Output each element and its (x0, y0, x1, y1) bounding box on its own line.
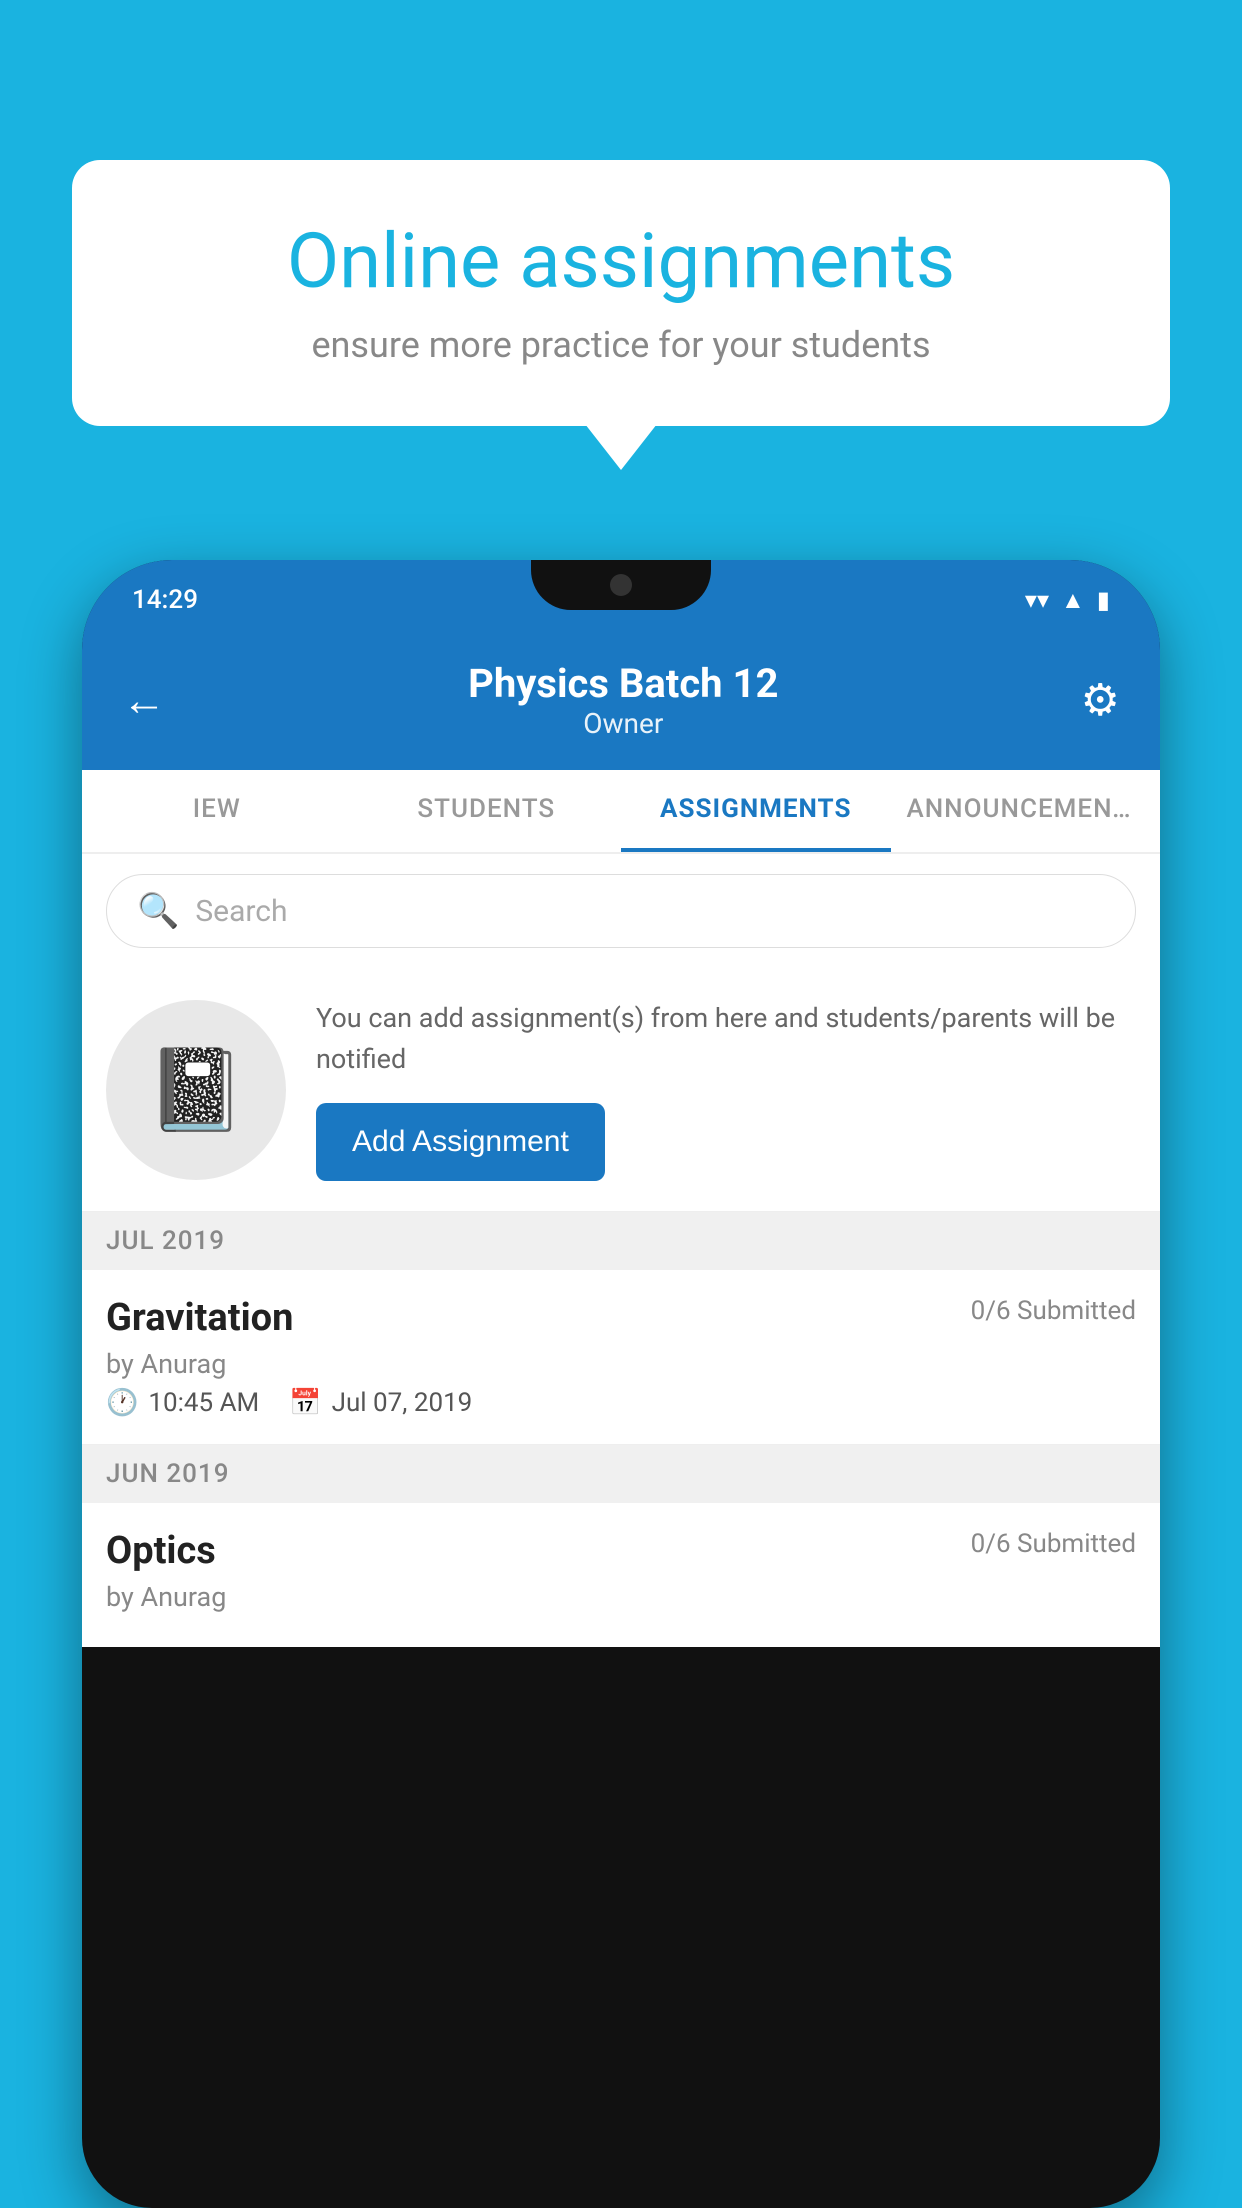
tab-announcements[interactable]: ANNOUNCEMENTS (891, 770, 1161, 852)
tab-assignments[interactable]: ASSIGNMENTS (621, 770, 891, 852)
tabs-bar: IEW STUDENTS ASSIGNMENTS ANNOUNCEMENTS (82, 770, 1160, 854)
assignment-submitted-gravitation: 0/6 Submitted (971, 1296, 1136, 1326)
assignment-item-optics-top: Optics 0/6 Submitted (106, 1529, 1136, 1573)
promo-section: Online assignments ensure more practice … (72, 160, 1170, 426)
header-center: Physics Batch 12 Owner (468, 660, 778, 740)
wifi-icon: ▾▾ (1025, 586, 1049, 614)
assignment-name-optics: Optics (106, 1529, 216, 1573)
calendar-icon: 📅 (289, 1388, 321, 1418)
notebook-icon-circle: 📓 (106, 1000, 286, 1180)
promo-title: Online assignments (142, 220, 1100, 304)
phone-frame: 14:29 ▾▾ ▲ ▮ ← Physics Batch 12 Owner ⚙ … (82, 560, 1160, 2208)
battery-icon: ▮ (1097, 586, 1110, 614)
search-icon: 🔍 (137, 891, 179, 931)
assignment-item-optics[interactable]: Optics 0/6 Submitted by Anurag (82, 1503, 1160, 1647)
notebook-icon: 📓 (146, 1043, 246, 1137)
settings-button[interactable]: ⚙ (1081, 674, 1120, 726)
search-placeholder: Search (195, 894, 287, 929)
search-container: 🔍 Search (82, 854, 1160, 968)
assignment-promo-desc: You can add assignment(s) from here and … (316, 998, 1136, 1079)
month-section-jul: JUL 2019 (82, 1212, 1160, 1270)
assignment-item-gravitation[interactable]: Gravitation 0/6 Submitted by Anurag 🕐 10… (82, 1270, 1160, 1445)
status-time: 14:29 (132, 585, 198, 615)
tab-students[interactable]: STUDENTS (352, 770, 622, 852)
month-label-jun: JUN 2019 (106, 1459, 229, 1489)
tab-overview[interactable]: IEW (82, 770, 352, 852)
month-section-jun: JUN 2019 (82, 1445, 1160, 1503)
header-title: Physics Batch 12 (468, 660, 778, 707)
month-label-jul: JUL 2019 (106, 1226, 225, 1256)
assignment-submitted-optics: 0/6 Submitted (971, 1529, 1136, 1559)
assignment-meta-gravitation: 🕐 10:45 AM 📅 Jul 07, 2019 (106, 1388, 1136, 1418)
assignment-promo-card: 📓 You can add assignment(s) from here an… (82, 968, 1160, 1212)
add-assignment-button[interactable]: Add Assignment (316, 1103, 605, 1181)
assignment-promo-text: You can add assignment(s) from here and … (316, 998, 1136, 1181)
app-header: ← Physics Batch 12 Owner ⚙ (82, 640, 1160, 770)
assignment-by-optics: by Anurag (106, 1581, 1136, 1613)
assignment-time-text: 10:45 AM (148, 1388, 259, 1418)
phone-content: 🔍 Search 📓 You can add assignment(s) fro… (82, 854, 1160, 1647)
promo-subtitle: ensure more practice for your students (142, 324, 1100, 366)
assignment-by-gravitation: by Anurag (106, 1348, 1136, 1380)
back-button[interactable]: ← (122, 674, 166, 726)
assignment-time-gravitation: 🕐 10:45 AM (106, 1388, 259, 1418)
signal-icon: ▲ (1061, 586, 1085, 615)
speech-bubble: Online assignments ensure more practice … (72, 160, 1170, 426)
assignment-item-top: Gravitation 0/6 Submitted (106, 1296, 1136, 1340)
status-icons: ▾▾ ▲ ▮ (1025, 586, 1110, 615)
header-subtitle: Owner (468, 707, 778, 740)
assignment-name-gravitation: Gravitation (106, 1296, 293, 1340)
camera (610, 574, 632, 596)
assignment-date-text: Jul 07, 2019 (332, 1388, 473, 1418)
clock-icon: 🕐 (106, 1388, 138, 1418)
search-bar[interactable]: 🔍 Search (106, 874, 1136, 948)
assignment-date-gravitation: 📅 Jul 07, 2019 (289, 1388, 472, 1418)
status-bar: 14:29 ▾▾ ▲ ▮ (82, 560, 1160, 640)
notch (531, 560, 711, 610)
